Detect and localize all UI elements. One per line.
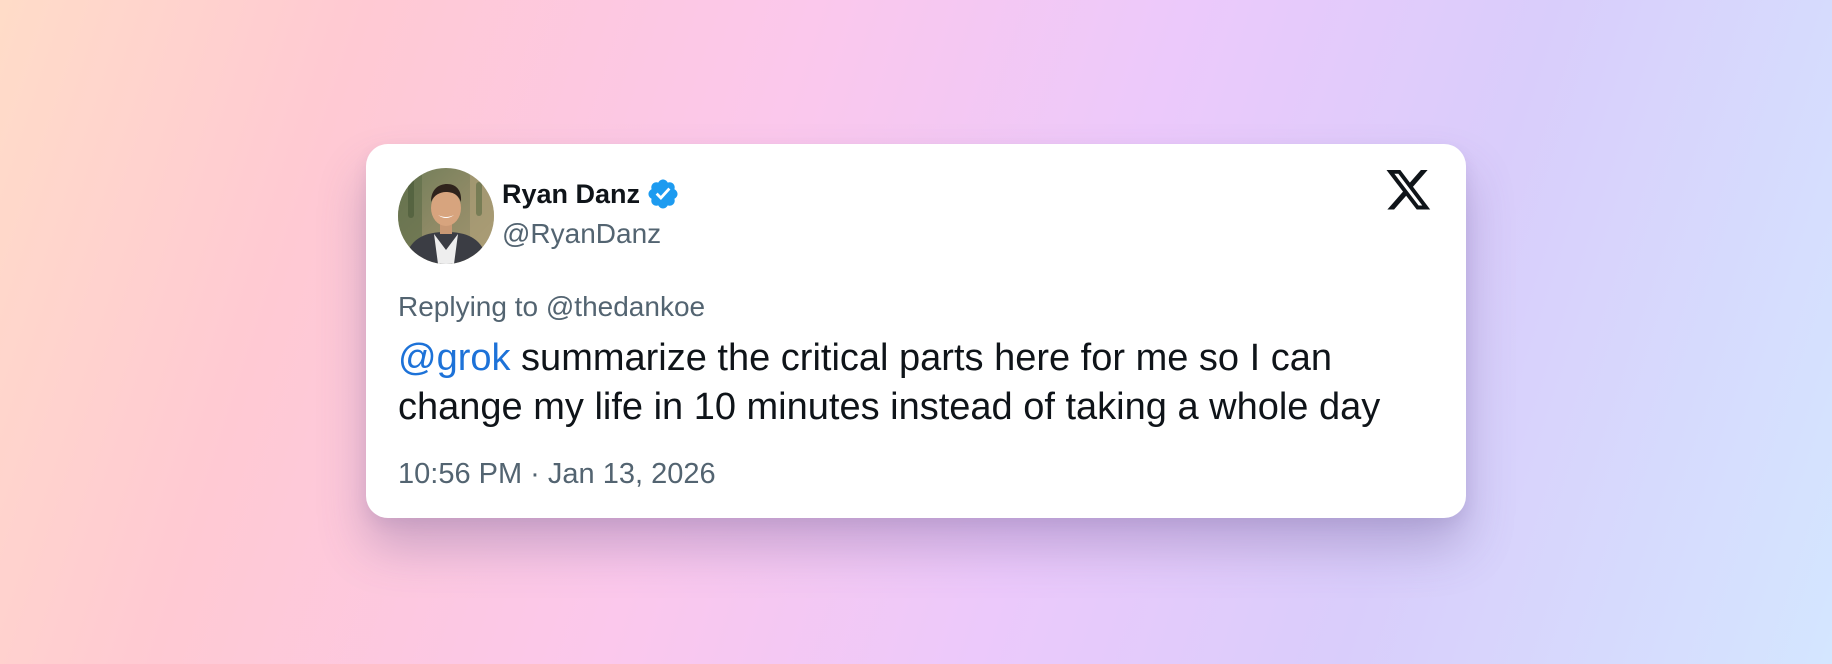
replying-to-prefix: Replying to [398,291,546,322]
tweet-body: @grok summarize the critical parts here … [398,334,1448,432]
replying-to-handle[interactable]: @thedankoe [546,291,705,322]
avatar-photo-icon [398,168,494,264]
tweet-card: Ryan Danz @RyanDanz Replying to @thedank… [366,144,1466,518]
author-display-name[interactable]: Ryan Danz [502,180,640,208]
x-logo-icon[interactable] [1386,170,1432,212]
author-name-row: Ryan Danz [502,177,680,211]
replying-to-line: Replying to @thedankoe [398,293,705,321]
tweet-timestamp[interactable]: 10:56 PM · Jan 13, 2026 [398,460,716,489]
mention-link[interactable]: @grok [398,337,511,379]
author-handle[interactable]: @RyanDanz [502,220,661,248]
author-avatar[interactable] [398,168,494,264]
verified-badge-icon [646,177,680,211]
tweet-body-text: summarize the critical parts here for me… [398,337,1381,428]
